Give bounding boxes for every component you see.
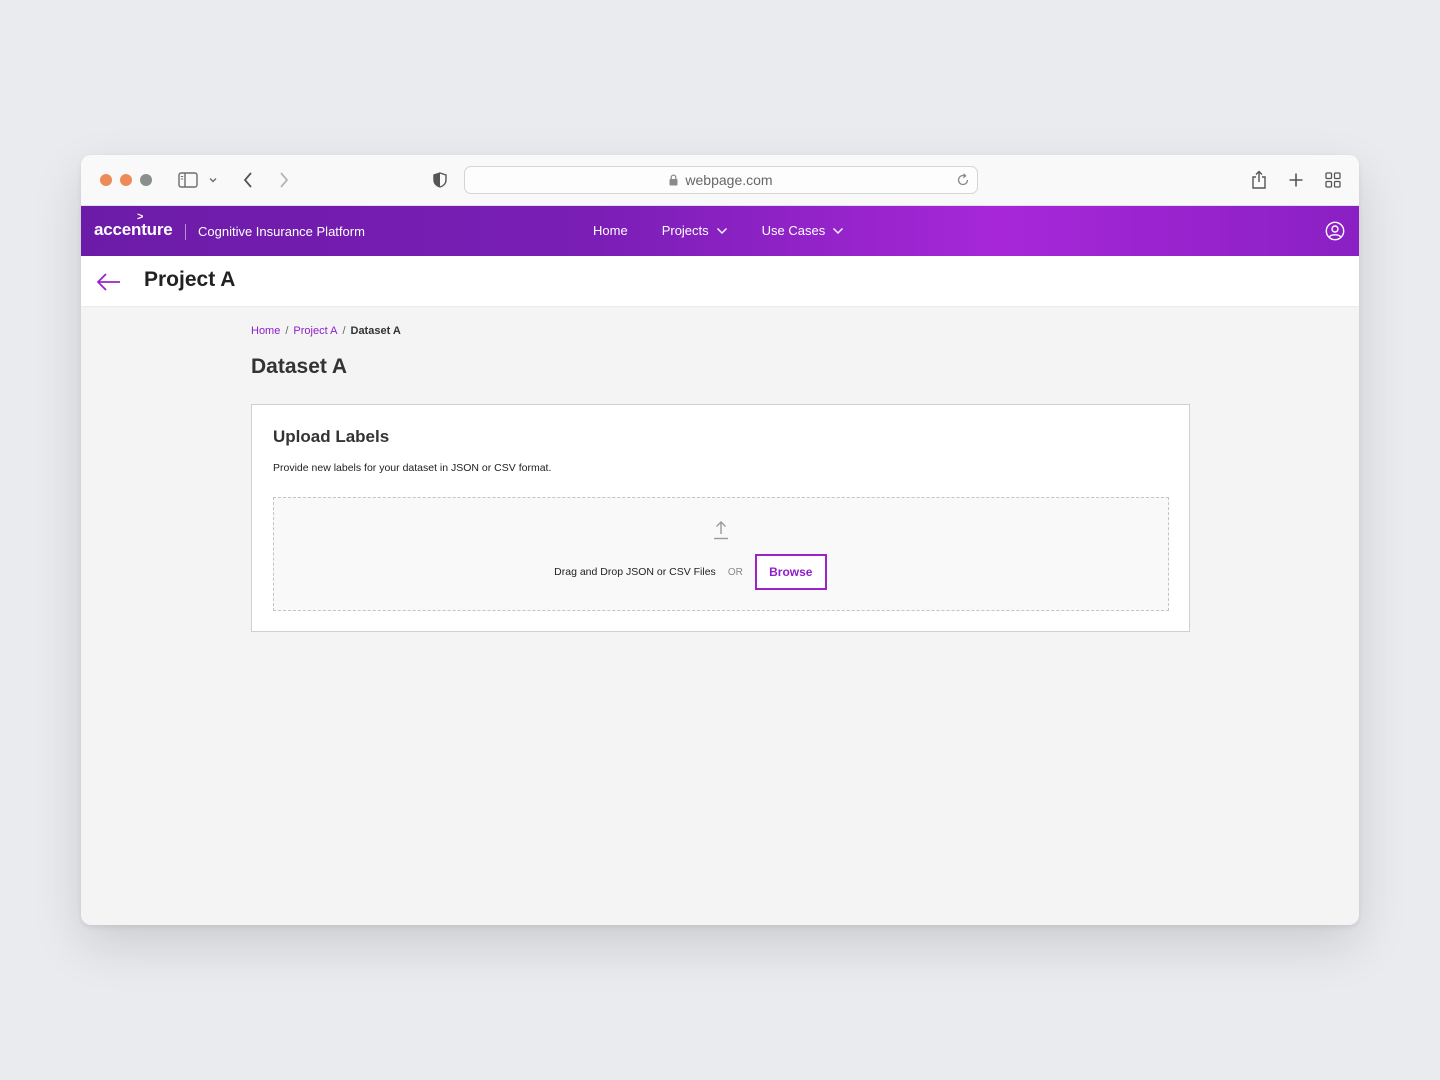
breadcrumb-project-link[interactable]: Project A [293, 325, 337, 337]
back-arrow-icon[interactable] [96, 272, 122, 292]
nav-item-projects[interactable]: Projects [662, 223, 728, 238]
browse-button[interactable]: Browse [754, 554, 827, 590]
file-dropzone[interactable]: Drag and Drop JSON or CSV Files OR Brows… [273, 497, 1169, 611]
minimize-window-button[interactable] [120, 174, 132, 186]
browser-toolbar: webpage.com [81, 155, 1359, 206]
page-title: Project A [144, 268, 236, 291]
logo-caret-icon: > [137, 211, 144, 223]
upload-labels-description: Provide new labels for your dataset in J… [273, 462, 552, 474]
share-icon[interactable] [1249, 169, 1269, 191]
dropzone-text: Drag and Drop JSON or CSV Files [554, 566, 716, 578]
sidebar-toggle-icon[interactable] [177, 169, 199, 191]
brand-divider [185, 224, 186, 240]
breadcrumb-current: Dataset A [350, 325, 401, 337]
nav-item-label: Home [593, 223, 628, 238]
lock-icon [669, 174, 678, 186]
breadcrumb-separator: / [285, 325, 289, 337]
chevron-down-icon [832, 227, 844, 235]
close-window-button[interactable] [100, 174, 112, 186]
chevron-down-icon [716, 227, 728, 235]
breadcrumb-separator: / [342, 325, 346, 337]
new-tab-icon[interactable] [1286, 169, 1306, 191]
main-nav: Home Projects Use Cases [593, 223, 878, 238]
user-profile-icon[interactable] [1325, 221, 1345, 241]
browser-window: webpage.com > accenture Cognitive Insura… [81, 155, 1359, 925]
dataset-title: Dataset A [251, 355, 348, 378]
chevron-down-icon[interactable] [206, 169, 220, 191]
nav-item-label: Use Cases [761, 223, 826, 238]
nav-item-home[interactable]: Home [593, 223, 628, 238]
main-content: Home / Project A / Dataset A Dataset A U… [251, 325, 1191, 632]
upload-labels-card: Upload Labels Provide new labels for you… [251, 404, 1190, 632]
brand-name: Cognitive Insurance Platform [198, 224, 365, 239]
nav-item-label: Projects [661, 223, 709, 238]
zoom-window-button[interactable] [140, 174, 152, 186]
nav-item-use-cases[interactable]: Use Cases [762, 223, 845, 238]
upload-icon [712, 520, 730, 540]
brand-logo-text: accenture [94, 220, 173, 239]
dropzone-or-text: OR [727, 566, 743, 578]
upload-labels-title: Upload Labels [273, 427, 390, 446]
address-bar[interactable]: webpage.com [464, 166, 978, 194]
brand-logo[interactable]: > accenture [94, 211, 173, 240]
back-icon[interactable] [239, 169, 257, 191]
breadcrumb: Home / Project A / Dataset A [251, 325, 1191, 337]
tab-overview-icon[interactable] [1323, 169, 1343, 191]
reload-icon[interactable] [955, 172, 971, 188]
forward-icon[interactable] [275, 169, 293, 191]
breadcrumb-home-link[interactable]: Home [251, 325, 280, 337]
app-header: > accenture Cognitive Insurance Platform… [81, 206, 1359, 256]
page-header: Project A [81, 256, 1359, 307]
privacy-shield-icon[interactable] [431, 169, 449, 191]
dropzone-actions: Drag and Drop JSON or CSV Files OR Brows… [274, 554, 1168, 590]
url-text: webpage.com [685, 172, 773, 188]
